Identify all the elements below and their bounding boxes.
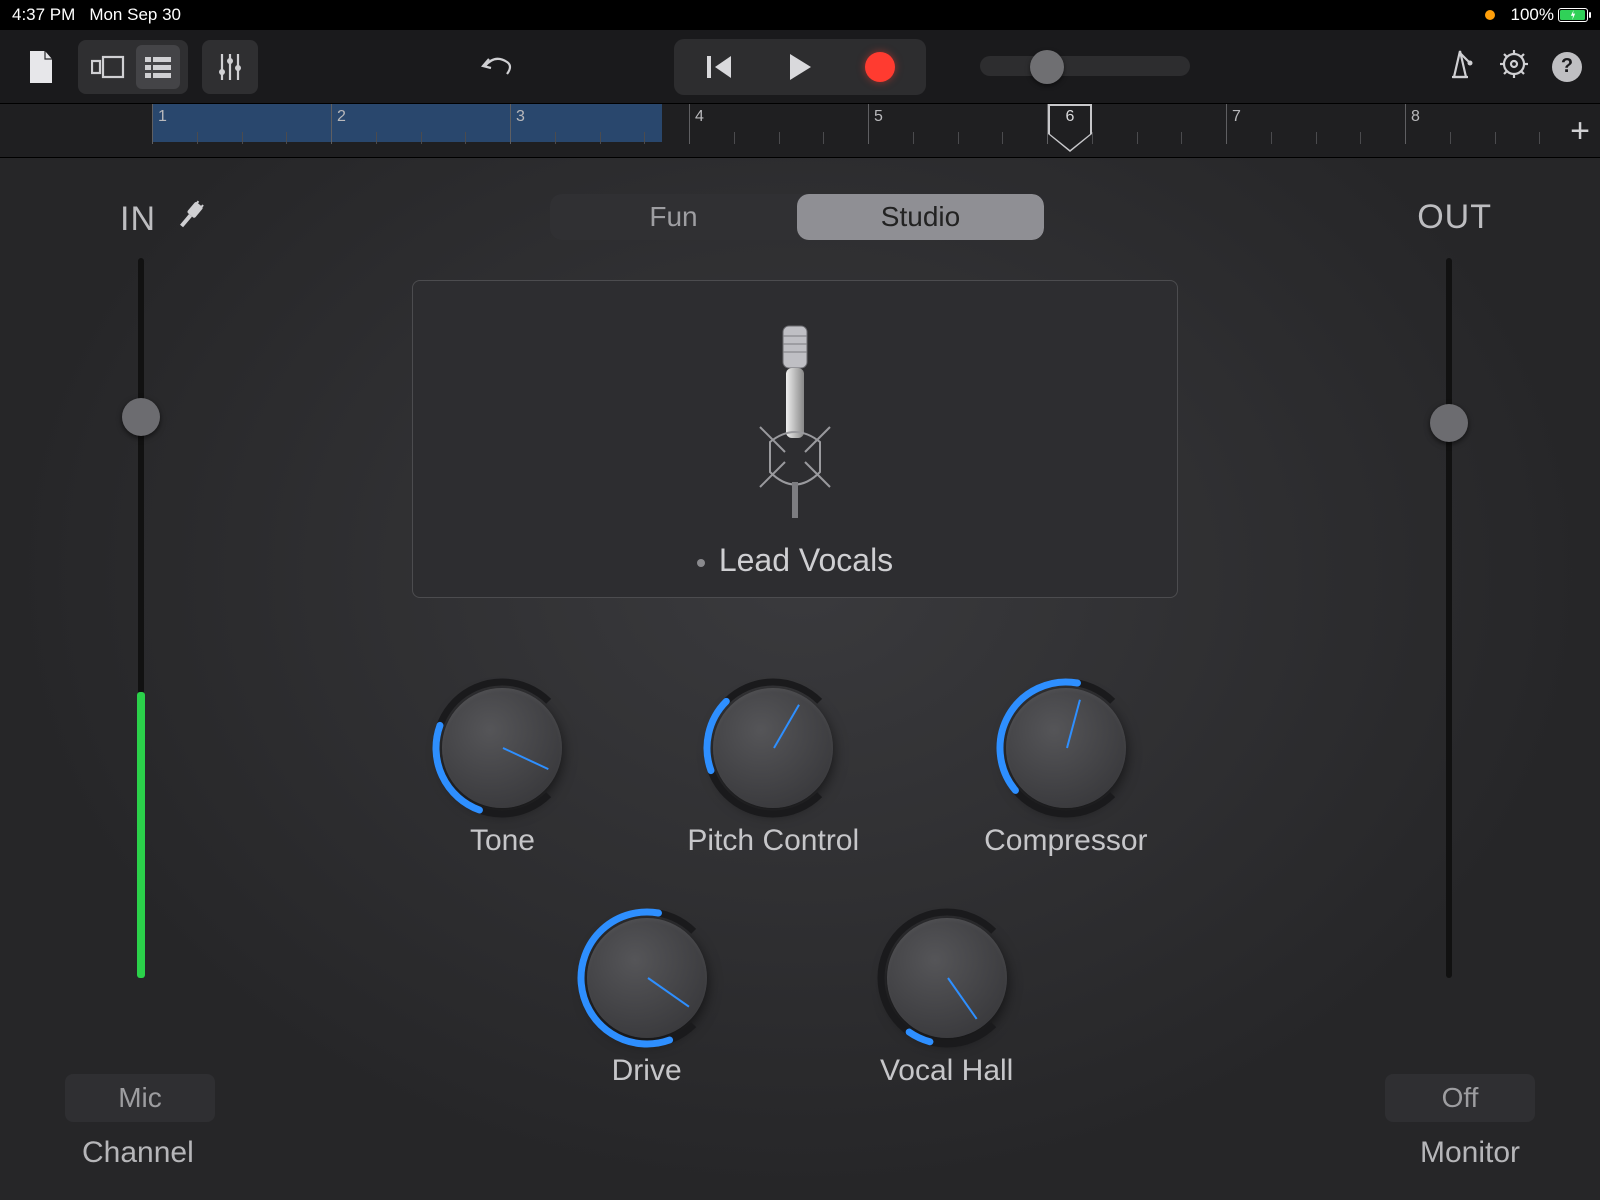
compressor-knob[interactable] (1006, 688, 1126, 808)
bar-number: 7 (1226, 108, 1235, 126)
timeline-ruler[interactable]: 1 2 3 4 5 7 8 6 + (0, 104, 1600, 158)
help-button[interactable]: ? (1552, 52, 1582, 82)
drive-label: Drive (612, 1054, 682, 1088)
input-slider-thumb[interactable] (122, 398, 160, 436)
monitor-label: Monitor (1420, 1136, 1520, 1170)
my-songs-button[interactable] (18, 44, 64, 90)
preset-name[interactable]: Lead Vocals (697, 542, 893, 579)
browser-view-button[interactable] (86, 45, 130, 89)
bar-number: 5 (868, 108, 877, 126)
vocal-hall-knob[interactable] (887, 918, 1007, 1038)
preset-panel[interactable]: Lead Vocals (412, 280, 1178, 598)
status-date: Mon Sep 30 (89, 5, 181, 25)
view-switcher (78, 40, 188, 94)
pitch-control-label: Pitch Control (687, 824, 859, 858)
play-button[interactable] (760, 39, 840, 95)
channel-label: Channel (82, 1136, 194, 1170)
microphone-graphic (750, 322, 840, 522)
bar-number: 8 (1405, 108, 1414, 126)
mode-studio[interactable]: Studio (797, 194, 1044, 240)
add-track-button[interactable]: + (1570, 114, 1590, 148)
master-volume-thumb[interactable] (1030, 50, 1064, 84)
tone-label: Tone (470, 824, 535, 858)
pitch-control-knob[interactable] (713, 688, 833, 808)
mode-segmented-control: Fun Studio (550, 194, 1044, 240)
record-icon (865, 52, 895, 82)
recording-indicator-dot (1485, 10, 1495, 20)
instrument-view: IN OUT Fun Studio (0, 158, 1600, 1200)
go-to-start-button[interactable] (680, 39, 760, 95)
playhead-bar-number: 6 (1048, 108, 1092, 126)
undo-button[interactable] (472, 44, 518, 90)
monitor-toggle-button[interactable]: Off (1385, 1074, 1535, 1122)
metronome-button[interactable] (1444, 47, 1476, 86)
input-level-meter (137, 692, 145, 978)
vocal-hall-label: Vocal Hall (880, 1054, 1013, 1088)
drive-knob[interactable] (587, 918, 707, 1038)
battery-percent: 100% (1511, 5, 1554, 25)
tone-knob[interactable] (442, 688, 562, 808)
bar-number: 3 (510, 108, 519, 126)
output-slider-thumb[interactable] (1430, 404, 1468, 442)
tracks-view-button[interactable] (136, 45, 180, 89)
bar-number: 1 (152, 108, 161, 126)
record-button[interactable] (840, 39, 920, 95)
transport-controls (674, 39, 926, 95)
playhead[interactable]: 6 (1048, 104, 1092, 148)
preset-indicator-dot (697, 559, 705, 567)
channel-select-button[interactable]: Mic (65, 1074, 215, 1122)
track-controls-button[interactable] (202, 40, 258, 94)
battery-icon (1558, 8, 1588, 22)
compressor-label: Compressor (984, 824, 1147, 858)
preset-name-text: Lead Vocals (719, 542, 893, 578)
in-text: IN (120, 200, 156, 239)
bar-number: 4 (689, 108, 698, 126)
master-volume-slider[interactable] (980, 56, 1190, 76)
input-plug-icon[interactable] (160, 192, 214, 247)
input-section-label: IN (120, 198, 204, 241)
status-time: 4:37 PM (12, 5, 75, 25)
app-toolbar: ? (0, 30, 1600, 104)
output-section-label: OUT (1417, 198, 1492, 237)
bar-number: 2 (331, 108, 340, 126)
mode-fun[interactable]: Fun (550, 194, 797, 240)
status-bar: 4:37 PM Mon Sep 30 100% (0, 0, 1600, 30)
output-level-slider[interactable] (1446, 258, 1452, 978)
settings-button[interactable] (1498, 48, 1530, 85)
